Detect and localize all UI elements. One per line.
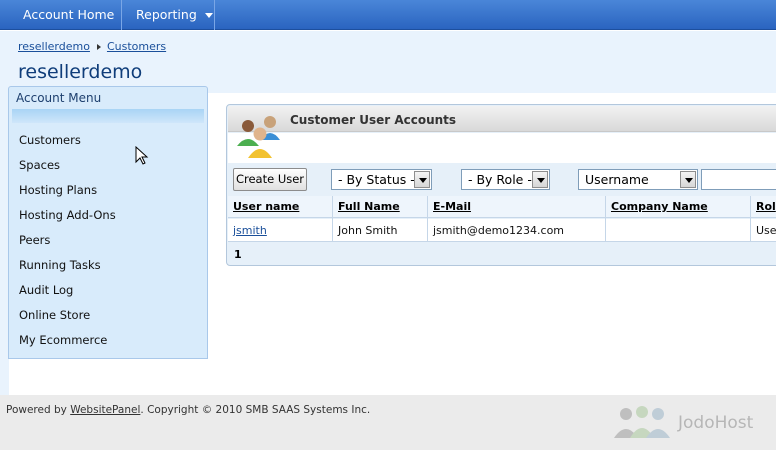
nav-reporting[interactable]: Reporting: [136, 0, 213, 30]
jodohost-logo: JodoHost: [612, 404, 764, 440]
jodohost-logo-text: JodoHost: [678, 413, 754, 433]
role-filter-value: - By Role -: [468, 172, 532, 187]
panel-header: Customer User Accounts: [228, 106, 776, 132]
websitepanel-link[interactable]: WebsitePanel: [70, 404, 140, 416]
account-menu-bar: [12, 109, 204, 123]
footer-prefix: Powered by: [6, 404, 71, 416]
menu-item-audit-log[interactable]: Audit Log: [19, 283, 116, 308]
nav-account-home[interactable]: Account Home: [23, 0, 114, 30]
search-field-select[interactable]: Username: [578, 169, 698, 190]
menu-item-running-tasks[interactable]: Running Tasks: [19, 258, 116, 283]
chevron-down-icon: [414, 171, 430, 188]
column-divider: [427, 196, 428, 242]
footer-copyright: Powered by WebsitePanel. Copyright © 201…: [6, 404, 370, 416]
account-menu-title: Account Menu: [16, 91, 102, 105]
account-menu: Account Menu Customers Spaces Hosting Pl…: [8, 86, 208, 359]
nav-separator: [121, 0, 122, 30]
mouse-cursor-icon: [135, 146, 149, 165]
breadcrumb: resellerdemo Customers: [18, 40, 166, 53]
status-filter-select[interactable]: - By Status -: [331, 169, 432, 190]
menu-item-my-ecommerce[interactable]: My Ecommerce: [19, 333, 116, 358]
menu-item-hosting-plans[interactable]: Hosting Plans: [19, 183, 116, 208]
cell-username: jsmith: [228, 219, 267, 242]
column-divider: [332, 196, 333, 242]
chevron-down-icon: [532, 171, 548, 188]
column-divider: [750, 196, 751, 242]
top-navigation: Account Home Reporting: [0, 0, 776, 30]
footer-suffix: . Copyright © 2010 SMB SAAS Systems Inc.: [140, 404, 371, 416]
breadcrumb-link-customers[interactable]: Customers: [107, 40, 166, 53]
column-header-username[interactable]: User name: [228, 196, 299, 218]
users-group-icon: [237, 116, 280, 158]
nav-account-home-label: Account Home: [23, 7, 115, 22]
nav-reporting-label: Reporting: [136, 7, 197, 22]
status-filter-value: - By Status -: [338, 172, 415, 187]
search-field-value: Username: [585, 172, 649, 187]
cell-full-name: John Smith: [338, 224, 398, 237]
cell-company: [606, 219, 611, 242]
role-filter-select[interactable]: - By Role -: [461, 169, 550, 190]
page-title: resellerdemo: [18, 61, 143, 83]
menu-item-hosting-addons[interactable]: Hosting Add-Ons: [19, 208, 116, 233]
breadcrumb-link-reseller[interactable]: resellerdemo: [18, 40, 90, 53]
column-header-email[interactable]: E-Mail: [428, 196, 471, 218]
column-header-company[interactable]: Company Name: [606, 196, 708, 218]
menu-item-peers[interactable]: Peers: [19, 233, 116, 258]
chevron-down-icon: [680, 171, 696, 188]
column-header-full-name[interactable]: Full Name: [333, 196, 400, 218]
chevron-down-icon: [204, 13, 213, 18]
username-link[interactable]: jsmith: [233, 224, 267, 237]
column-header-role[interactable]: Rol: [751, 196, 776, 218]
column-divider: [605, 196, 606, 242]
account-menu-list: Customers Spaces Hosting Plans Hosting A…: [19, 133, 116, 358]
nav-separator: [214, 0, 215, 30]
menu-item-online-store[interactable]: Online Store: [19, 308, 116, 333]
menu-item-customers[interactable]: Customers: [19, 133, 116, 158]
jodohost-people-icon: [614, 406, 670, 438]
breadcrumb-arrow-icon: [96, 44, 101, 50]
panel-title: Customer User Accounts: [290, 113, 457, 127]
menu-item-spaces[interactable]: Spaces: [19, 158, 116, 183]
create-user-button[interactable]: Create User: [233, 168, 307, 191]
cell-role: User: [756, 224, 776, 237]
pager-current-page[interactable]: 1: [234, 248, 242, 261]
panel-body-top: [228, 133, 776, 163]
search-input[interactable]: [701, 169, 776, 190]
cell-email: jsmith@demo1234.com: [433, 224, 565, 237]
